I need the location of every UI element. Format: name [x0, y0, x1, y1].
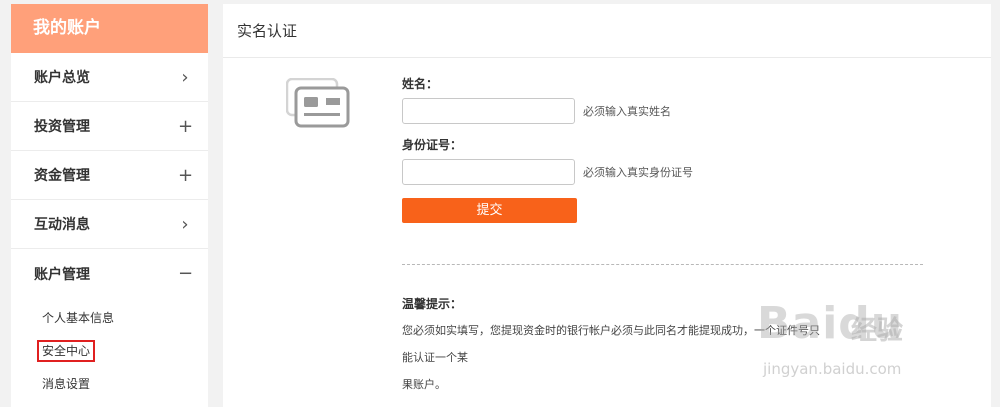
sidebar-item-funds[interactable]: 资金管理 +	[11, 151, 208, 200]
sidebar-subitem-label: 安全中心	[37, 340, 96, 362]
sidebar-subitem-personal-info[interactable]: 个人基本信息	[11, 302, 208, 335]
sidebar-item-messages[interactable]: 互动消息 ›	[11, 200, 208, 249]
name-hint: 必须输入真实姓名	[583, 105, 671, 118]
sidebar-item-label: 投资管理	[34, 119, 90, 135]
tips-text: 您必须如实填写，您提现资金时的银行帐户必须与此同名才能提现成功，一个证件号只能认…	[402, 317, 822, 398]
chevron-right-icon: ›	[181, 213, 189, 235]
tips-line: 果账户。	[402, 378, 446, 391]
tips-line: 您必须如实填写，您提现资金时的银行帐户必须与此同名才能提现成功，一个证件号只能认…	[402, 324, 820, 364]
sidebar: 我的账户 账户总览 › 投资管理 + 资金管理 + 互动消息 › 账户管理 − …	[11, 4, 208, 407]
main-panel: 实名认证 姓名： 必须输入真实姓名 身份证号： 必须输入真实身份证号 提交 温馨…	[223, 4, 991, 407]
plus-icon: +	[178, 164, 194, 186]
sidebar-item-account-management[interactable]: 账户管理 −	[11, 249, 208, 298]
sidebar-subitem-label: 消息设置	[42, 377, 91, 391]
tips-title: 温馨提示：	[402, 297, 463, 311]
sidebar-subitem-security-center[interactable]: 安全中心	[11, 335, 208, 368]
sidebar-item-account-overview[interactable]: 账户总览 ›	[11, 53, 208, 102]
sidebar-item-label: 账户管理	[34, 266, 90, 283]
sidebar-subitem-label: 个人基本信息	[42, 311, 115, 325]
sidebar-item-label: 账户总览	[34, 70, 90, 86]
id-card-icon	[286, 78, 350, 128]
sidebar-sub-list: 个人基本信息 安全中心 消息设置	[11, 298, 208, 401]
sidebar-item-investment[interactable]: 投资管理 +	[11, 102, 208, 151]
minus-icon: −	[178, 263, 194, 284]
sidebar-subitem-message-settings[interactable]: 消息设置	[11, 368, 208, 401]
name-input[interactable]	[402, 98, 575, 124]
verification-form: 姓名： 必须输入真实姓名 身份证号： 必须输入真实身份证号 提交	[402, 74, 962, 223]
tips-section: 温馨提示： 您必须如实填写，您提现资金时的银行帐户必须与此同名才能提现成功，一个…	[402, 294, 822, 398]
plus-icon: +	[178, 115, 194, 137]
chevron-right-icon: ›	[181, 66, 189, 88]
submit-button[interactable]: 提交	[402, 198, 577, 223]
id-number-input[interactable]	[402, 159, 575, 185]
name-label: 姓名：	[402, 77, 439, 91]
id-number-label: 身份证号：	[402, 138, 463, 152]
id-number-hint: 必须输入真实身份证号	[583, 166, 693, 179]
sidebar-item-label: 资金管理	[34, 168, 90, 184]
page-title: 实名认证	[223, 4, 991, 58]
sidebar-title: 我的账户	[11, 4, 208, 53]
sidebar-item-label: 互动消息	[34, 217, 90, 233]
dashed-divider	[402, 264, 923, 265]
